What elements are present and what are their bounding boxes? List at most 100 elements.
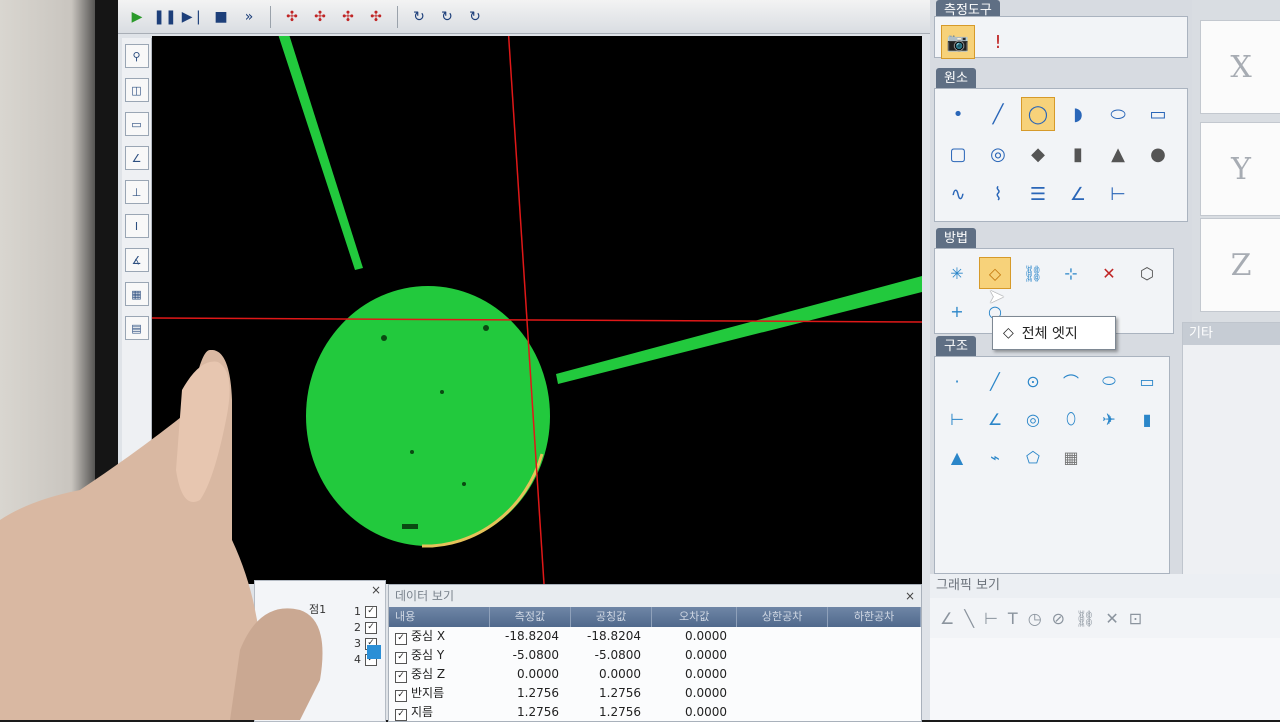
freeform-structure-icon[interactable]: ⬠ — [1017, 441, 1049, 473]
cube-method-icon[interactable]: ⬡ — [1131, 257, 1163, 289]
cone-structure-icon[interactable]: ▲ — [941, 441, 973, 473]
grid-icon[interactable]: ▦ — [124, 282, 149, 306]
ring-structure-icon[interactable]: ◎ — [1017, 403, 1049, 435]
column-header[interactable]: 내용 — [389, 607, 490, 627]
close-icon[interactable]: × — [371, 583, 381, 597]
checkbox-icon[interactable]: ✓ — [365, 605, 377, 618]
x-axis-button[interactable]: X — [1200, 20, 1280, 114]
ellipse-element-icon[interactable]: ⬭ — [1101, 97, 1135, 131]
rotate-2-icon[interactable]: ↻ — [436, 6, 458, 28]
checkbox-icon[interactable]: ✓ — [395, 633, 407, 645]
rectangle-structure-icon[interactable]: ▭ — [1131, 365, 1163, 397]
checkbox-icon[interactable]: ✓ — [395, 709, 407, 721]
feature-item[interactable]: 점1 — [309, 601, 326, 617]
checkbox-icon[interactable]: ✓ — [395, 690, 407, 702]
error-cell: 0.0000 — [685, 686, 727, 700]
angle-element-icon[interactable]: ∠ — [1061, 177, 1095, 211]
circle-structure-icon[interactable]: ⊙ — [1017, 365, 1049, 397]
cylinder-element-icon[interactable]: ▮ — [1061, 137, 1095, 171]
intersect-method-icon[interactable]: ✕ — [1093, 257, 1125, 289]
cross-method-icon[interactable]: ✳ — [941, 257, 973, 289]
column-header[interactable]: 오차값 — [652, 607, 738, 627]
distance-icon[interactable]: I — [124, 214, 149, 238]
ring-element-icon[interactable]: ◎ — [981, 137, 1015, 171]
clock-icon[interactable]: ◷ — [1028, 609, 1042, 628]
angle-icon[interactable]: ∠ — [940, 609, 954, 628]
ellipse-structure-icon[interactable]: ⬭ — [1093, 365, 1125, 397]
close-icon[interactable]: × — [905, 585, 915, 607]
arc-structure-icon[interactable]: ⌒ — [1055, 365, 1087, 397]
distance-structure-icon[interactable]: ⊢ — [941, 403, 973, 435]
t-icon[interactable]: T — [1008, 609, 1018, 628]
plane-structure-icon[interactable]: ✈ — [1093, 403, 1125, 435]
split-method-icon[interactable]: ⊹ — [1055, 257, 1087, 289]
angle-icon[interactable]: ∠ — [124, 146, 149, 170]
line-icon[interactable]: ╲ — [964, 609, 974, 628]
feature-row[interactable]: 2 ✓ — [354, 621, 377, 634]
fast-forward-icon[interactable]: » — [238, 6, 260, 28]
rotate-3-icon[interactable]: ↻ — [464, 6, 486, 28]
checkbox-icon[interactable]: ✓ — [395, 652, 407, 664]
data-row[interactable]: ✓ 반지름 1.2756 1.2756 0.0000 — [389, 684, 921, 703]
plane-element-icon[interactable]: ◆ — [1021, 137, 1055, 171]
ellipse2-structure-icon[interactable]: ⬯ — [1055, 403, 1087, 435]
rectangle-element-icon[interactable]: ▭ — [1141, 97, 1175, 131]
data-row[interactable]: ✓ 중심 X -18.8204 -18.8204 0.0000 — [389, 627, 921, 646]
probe-tool-icon[interactable]: ! — [981, 25, 1015, 59]
slot-element-icon[interactable]: ▢ — [941, 137, 975, 171]
point-tool-3-icon[interactable]: ✣ — [337, 6, 359, 28]
rotate-1-icon[interactable]: ↻ — [408, 6, 430, 28]
cross-icon[interactable]: ✕ — [1105, 609, 1118, 628]
data-row[interactable]: ✓ 중심 Y -5.0800 -5.0800 0.0000 — [389, 646, 921, 665]
point-tool-2-icon[interactable]: ✣ — [309, 6, 331, 28]
camera-icon[interactable]: ◫ — [124, 78, 149, 102]
data-row[interactable]: ✓ 중심 Z 0.0000 0.0000 0.0000 — [389, 665, 921, 684]
no-icon[interactable]: ⊘ — [1052, 609, 1065, 628]
cylinder-structure-icon[interactable]: ▮ — [1131, 403, 1163, 435]
step-icon[interactable]: ▶❘ — [182, 6, 205, 28]
feature-row[interactable]: 1 ✓ — [354, 605, 377, 618]
plus-method-icon[interactable]: + — [941, 295, 973, 327]
height-icon[interactable]: ⊥ — [124, 180, 149, 204]
point-tool-1-icon[interactable]: ✣ — [281, 6, 303, 28]
data-row[interactable]: ✓ 지름 1.2756 1.2756 0.0000 — [389, 703, 921, 722]
line-element-icon[interactable]: ╱ — [981, 97, 1015, 131]
z-axis-button[interactable]: Z — [1200, 218, 1280, 312]
freeform-element-icon[interactable]: ⌇ — [981, 177, 1015, 211]
camera-view[interactable] — [152, 36, 922, 584]
checkbox-icon[interactable]: ✓ — [365, 621, 377, 634]
chain-icon[interactable]: ⛓ — [1075, 609, 1095, 628]
point-element-icon[interactable]: • — [941, 97, 975, 131]
point-structure-icon[interactable]: · — [941, 365, 973, 397]
grid-structure-icon[interactable]: ▦ — [1055, 441, 1087, 473]
link-method-icon[interactable]: ⛓ — [1017, 257, 1049, 289]
column-header[interactable]: 측정값 — [490, 607, 571, 627]
column-header[interactable]: 공칭값 — [571, 607, 653, 627]
y-axis-button[interactable]: Y — [1200, 122, 1280, 216]
column-header[interactable]: 상한공차 — [737, 607, 829, 627]
frame-icon[interactable]: ▭ — [124, 112, 149, 136]
camera-tool-icon[interactable]: 📷 — [941, 25, 975, 59]
angle-structure-icon[interactable]: ∠ — [979, 403, 1011, 435]
pause-icon[interactable]: ❚❚ — [153, 6, 176, 28]
polyline-structure-icon[interactable]: ⌁ — [979, 441, 1011, 473]
cone-element-icon[interactable]: ▲ — [1101, 137, 1135, 171]
play-icon[interactable]: ▶ — [126, 6, 148, 28]
zoom-icon[interactable]: ⊡ — [1129, 609, 1142, 628]
arc-element-icon[interactable]: ◗ — [1061, 97, 1095, 131]
circle-element-icon[interactable]: ◯ — [1021, 97, 1055, 131]
graphic-view-area[interactable] — [930, 638, 1280, 720]
width-icon[interactable]: ⊢ — [984, 609, 998, 628]
width-element-icon[interactable]: ☰ — [1021, 177, 1055, 211]
checkbox-icon[interactable]: ✓ — [395, 671, 407, 683]
column-header[interactable]: 하한공차 — [828, 607, 921, 627]
line-structure-icon[interactable]: ╱ — [979, 365, 1011, 397]
probe-icon[interactable]: ⚲ — [124, 44, 149, 68]
stop-icon[interactable]: ■ — [210, 6, 232, 28]
curve-element-icon[interactable]: ∿ — [941, 177, 975, 211]
sphere-element-icon[interactable]: ● — [1141, 137, 1175, 171]
table-icon[interactable]: ▤ — [124, 316, 149, 340]
angle-measure-icon[interactable]: ∡ — [124, 248, 149, 272]
point-tool-4-icon[interactable]: ✣ — [365, 6, 387, 28]
distance-element-icon[interactable]: ⊢ — [1101, 177, 1135, 211]
